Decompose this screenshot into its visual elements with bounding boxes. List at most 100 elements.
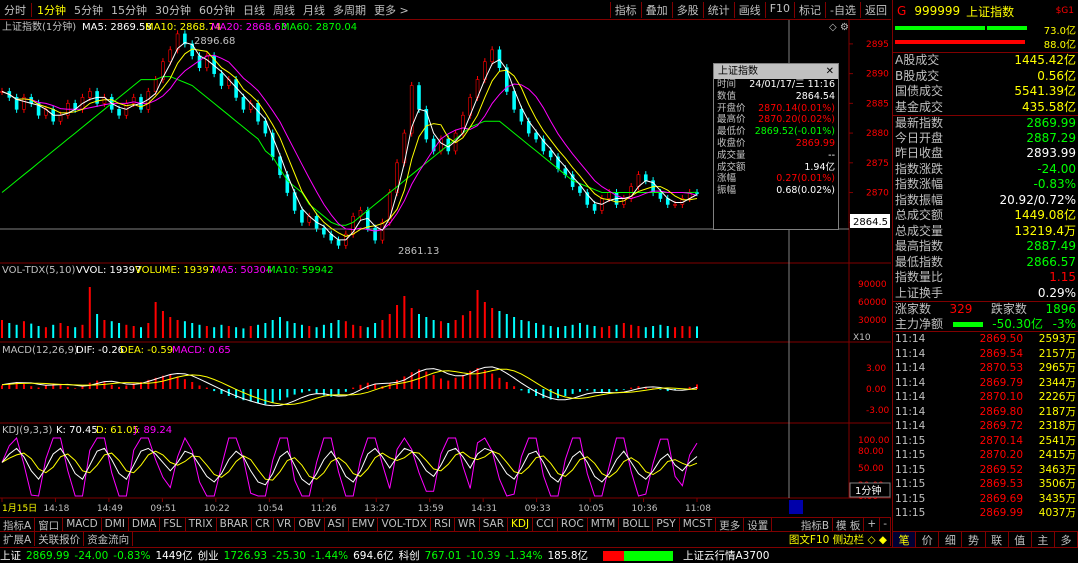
- kdj-d: D: 61.05: [96, 425, 139, 436]
- indicator-10[interactable]: OBV: [295, 518, 325, 531]
- indicator-22[interactable]: PSY: [653, 518, 680, 531]
- indicator-right-2[interactable]: +: [864, 518, 881, 531]
- indicator-6[interactable]: TRIX: [186, 518, 217, 531]
- indicator-24[interactable]: 更多: [716, 518, 745, 532]
- time-tick: 13:59: [418, 504, 444, 514]
- btn-stats[interactable]: 统计: [702, 1, 734, 18]
- status-item: -25.30: [272, 549, 306, 562]
- status-item: -24.00: [74, 549, 109, 562]
- period-15min[interactable]: 15分钟: [107, 2, 151, 18]
- btn-draw[interactable]: 画线: [733, 1, 765, 18]
- panel-tab-6[interactable]: 主: [1032, 532, 1055, 547]
- tooltip-row: 最高价 2870.20(0.02%): [714, 114, 838, 126]
- panel-tab-3[interactable]: 势: [962, 532, 986, 547]
- period-month[interactable]: 月线: [299, 2, 329, 18]
- tick-row: 11:15 2869.52 3463万: [893, 463, 1078, 478]
- close-icon[interactable]: ✕: [826, 64, 838, 79]
- indicator-18[interactable]: CCI: [533, 518, 558, 531]
- indicator-right-0[interactable]: 指标B: [798, 518, 834, 532]
- btn-multi-stock[interactable]: 多股: [671, 1, 703, 18]
- btn-watchlist[interactable]: -自选: [825, 1, 860, 18]
- tab-sidebar-f10[interactable]: 图文F10 侧边栏 ◇ ◆: [786, 532, 891, 546]
- indicator-16[interactable]: SAR: [480, 518, 509, 531]
- indicator-21[interactable]: BOLL: [619, 518, 654, 531]
- indicator-2[interactable]: MACD: [63, 518, 102, 531]
- stat-row: 最新指数 2869.99: [893, 115, 1078, 131]
- indicator-9[interactable]: VR: [274, 518, 296, 531]
- time-tick: 10:36: [632, 504, 658, 514]
- tooltip-row: 开盘价 2870.14(0.01%): [714, 103, 838, 115]
- stat-row: 指数量比 1.15: [893, 270, 1078, 286]
- pct-bottom: 88.0亿: [1043, 40, 1076, 51]
- period-more[interactable]: 更多 >: [370, 2, 413, 18]
- indicator-23[interactable]: MCST: [680, 518, 717, 531]
- gear-icon[interactable]: ⚙: [840, 22, 849, 33]
- time-tick: 10:22: [204, 504, 230, 514]
- indicator-5[interactable]: FSL: [160, 518, 186, 531]
- stat-row: 最高指数 2887.49: [893, 239, 1078, 255]
- indicator-right-1[interactable]: 模 板: [833, 518, 865, 532]
- period-1min[interactable]: 1分钟: [33, 2, 70, 18]
- tab-extend-a[interactable]: 扩展A: [0, 532, 36, 546]
- panel-tab-0[interactable]: 笔: [893, 532, 917, 547]
- indicator-17[interactable]: KDJ: [508, 518, 534, 531]
- period-5min[interactable]: 5分钟: [70, 2, 107, 18]
- period-30min[interactable]: 30分钟: [151, 2, 195, 18]
- down-count: 1896: [1045, 302, 1076, 316]
- tick-list[interactable]: 11:14 2869.50 2593万 11:14 2869.54 2157万 11:14 2…: [893, 332, 1078, 521]
- panel-tab-1[interactable]: 价: [916, 532, 940, 547]
- period-day[interactable]: 日线: [239, 2, 269, 18]
- diamond-icon[interactable]: ◇: [829, 22, 837, 33]
- btn-indicator[interactable]: 指标: [609, 1, 641, 18]
- tooltip-key: 成交额: [717, 161, 746, 173]
- indicator-3[interactable]: DMI: [102, 518, 129, 531]
- indicator-13[interactable]: VOL-TDX: [378, 518, 431, 531]
- stat-label: 指数量比: [895, 270, 944, 284]
- indicator-4[interactable]: DMA: [129, 518, 161, 531]
- data-tooltip-window[interactable]: 上证指数 ✕ 时间 24/01/17/三 11:16 数值 2864.54 开盘价 2870…: [713, 63, 839, 230]
- candle-body: [336, 239, 341, 246]
- stock-code: 999999: [914, 4, 961, 18]
- time-tick: 10:54: [257, 504, 283, 514]
- panel-tab-5[interactable]: 值: [1009, 532, 1032, 547]
- btn-mark[interactable]: 标记: [794, 1, 825, 18]
- panel-tab-7[interactable]: 多: [1055, 532, 1078, 547]
- indicator-7[interactable]: BRAR: [217, 518, 253, 531]
- candle-body: [380, 221, 385, 241]
- indicator-15[interactable]: WR: [455, 518, 480, 531]
- tick-time: 11:15: [895, 449, 926, 461]
- indicator-1[interactable]: 窗口: [35, 518, 64, 532]
- ma20-label: MA20: 2868.63: [211, 22, 287, 33]
- panel-tab-2[interactable]: 细: [939, 532, 963, 547]
- indicator-20[interactable]: MTM: [588, 518, 620, 531]
- candle-body: [658, 192, 663, 199]
- indicator-right-3[interactable]: -: [880, 518, 891, 531]
- panel-tab-4[interactable]: 联: [986, 532, 1009, 547]
- stat-label: 指数振幅: [895, 192, 944, 207]
- indicator-11[interactable]: ASI: [325, 518, 349, 531]
- period-fenshi[interactable]: 分时: [0, 2, 30, 18]
- tooltip-value: 0.68(0.02%): [776, 185, 835, 197]
- period-60min[interactable]: 60分钟: [195, 2, 239, 18]
- volume-tick: 60000: [858, 298, 887, 308]
- stat-value: 20.92/0.72%: [999, 192, 1076, 207]
- btn-back[interactable]: 返回: [860, 1, 891, 18]
- macd-axis: 3.00 0.00 -3.00: [866, 364, 890, 416]
- indicator-bar: 指标A 窗口 MACD DMI DMA FSL TRIX BRAR CR VR OBV ASI EMV V…: [0, 517, 891, 532]
- indicator-0[interactable]: 指标A: [0, 518, 36, 532]
- btn-f10[interactable]: F10: [764, 1, 794, 18]
- stat-value: 1.15: [1049, 270, 1076, 284]
- indicator-12[interactable]: EMV: [349, 518, 379, 531]
- period-week[interactable]: 周线: [269, 2, 299, 18]
- indicator-19[interactable]: ROC: [558, 518, 588, 531]
- candle-body: [373, 227, 377, 241]
- stat-label: 昨日收盘: [895, 146, 944, 160]
- indicator-25[interactable]: 设置: [744, 518, 773, 532]
- indicator-14[interactable]: RSI: [431, 518, 455, 531]
- tab-related-quote[interactable]: 关联报价: [35, 532, 85, 546]
- tab-fund-flow[interactable]: 资金流向: [84, 532, 134, 546]
- tooltip-value: 2869.99: [795, 137, 835, 149]
- period-multi[interactable]: 多周期: [329, 2, 370, 18]
- indicator-8[interactable]: CR: [252, 518, 274, 531]
- btn-overlay[interactable]: 叠加: [640, 1, 672, 18]
